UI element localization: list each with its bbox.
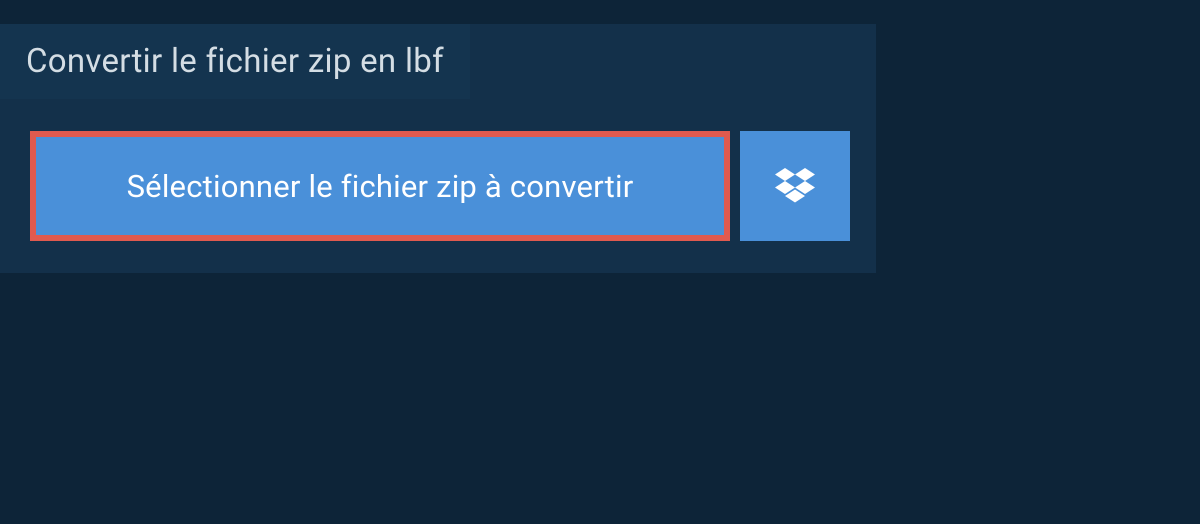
page-title: Convertir le fichier zip en lbf	[0, 24, 470, 99]
button-row: Sélectionner le fichier zip à convertir	[30, 131, 876, 241]
converter-panel: Convertir le fichier zip en lbf Sélectio…	[0, 24, 876, 273]
select-file-button-label: Sélectionner le fichier zip à convertir	[127, 168, 634, 205]
select-file-button[interactable]: Sélectionner le fichier zip à convertir	[30, 131, 730, 241]
dropbox-icon	[775, 168, 815, 204]
dropbox-button[interactable]	[740, 131, 850, 241]
